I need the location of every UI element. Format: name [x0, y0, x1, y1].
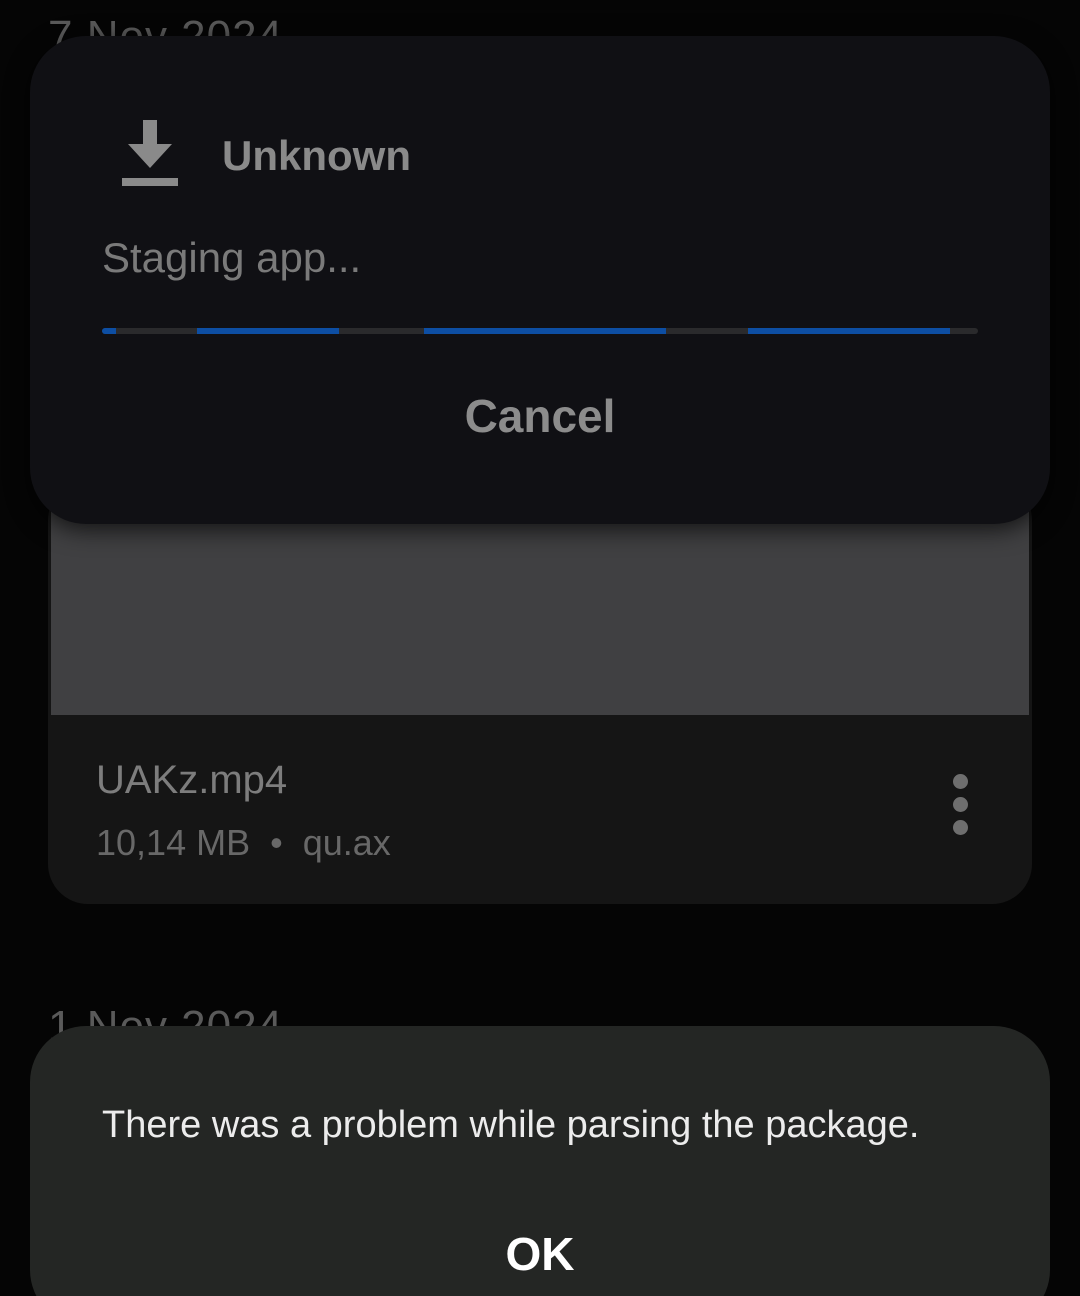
error-message: There was a problem while parsing the pa…: [102, 1104, 920, 1146]
cancel-button[interactable]: Cancel: [30, 376, 1050, 456]
more-options-button[interactable]: [938, 758, 982, 850]
file-size: 10,14 MB: [96, 822, 251, 863]
dialog-status: Staging app...: [102, 234, 362, 281]
more-vertical-icon: [952, 773, 968, 789]
meta-separator: •: [270, 822, 283, 863]
ok-button[interactable]: OK: [440, 1218, 640, 1290]
install-progress-dialog: Unknown Staging app... Cancel: [30, 36, 1050, 524]
screen: 7 Nov 2024 UAKz.mp4 10,14 MB • qu.ax 1 N…: [0, 0, 1080, 1296]
download-item-card[interactable]: UAKz.mp4 10,14 MB • qu.ax: [48, 480, 1032, 904]
download-icon: [122, 120, 178, 186]
file-source: qu.ax: [302, 822, 391, 863]
indeterminate-progress-bar: [102, 328, 978, 334]
dialog-title: Unknown: [222, 132, 411, 179]
file-meta: 10,14 MB • qu.ax: [96, 822, 391, 864]
error-dialog: There was a problem while parsing the pa…: [30, 1026, 1050, 1296]
file-name: UAKz.mp4: [96, 758, 288, 802]
